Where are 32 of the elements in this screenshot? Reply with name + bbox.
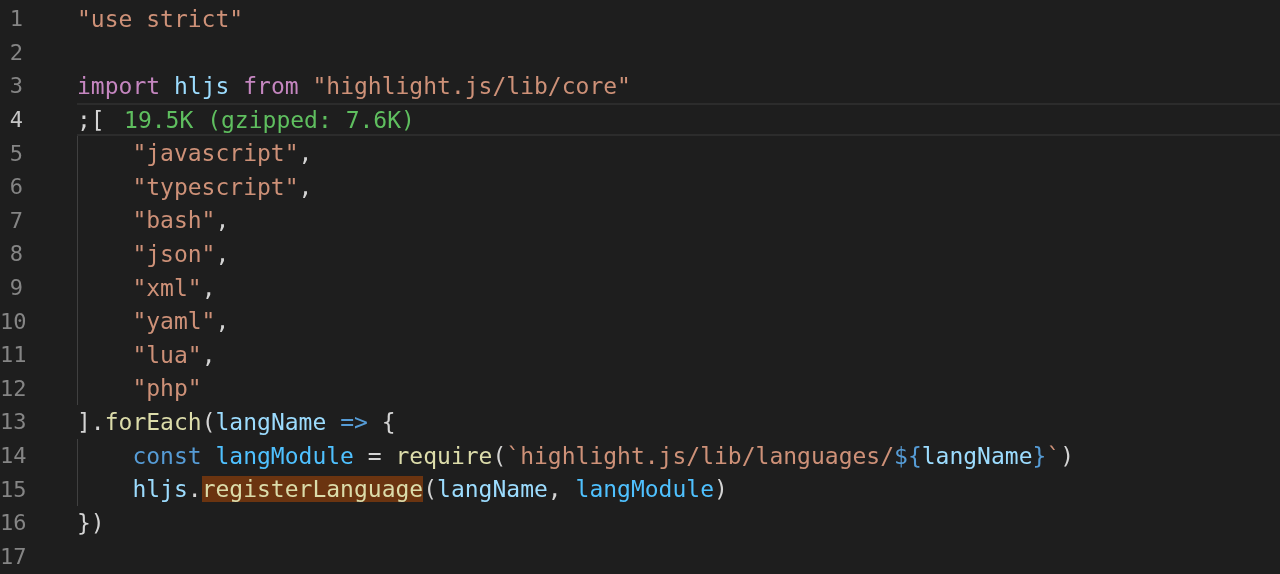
line-number: 7 xyxy=(8,207,23,233)
code-line: ;[ xyxy=(77,106,105,133)
line-number: 3 xyxy=(8,73,23,99)
code-line: const langModule = require(`highlight.js/lib/languages/${langName}`) xyxy=(132,442,1075,469)
line-number: 4 xyxy=(8,107,23,133)
line-number: 16 xyxy=(0,510,23,536)
code-line: "javascript", xyxy=(132,140,313,167)
code-line: "php" xyxy=(132,375,202,402)
code-line: import hljs from "highlight.js/lib/core" xyxy=(77,73,631,99)
line-number: 8 xyxy=(8,241,23,267)
code-line: "typescript", xyxy=(132,173,313,200)
line-number: 11 xyxy=(0,342,23,368)
line-number: 1 xyxy=(8,6,23,32)
code-line: hljs.registerLanguage(langName, langModule) xyxy=(132,476,728,503)
line-number: 15 xyxy=(0,476,23,502)
code-line: "bash", xyxy=(132,207,230,234)
line-number: 6 xyxy=(8,174,23,200)
code-line: ].forEach(langName => { xyxy=(77,408,396,435)
line-number: 9 xyxy=(8,275,23,301)
line-number: 13 xyxy=(0,409,23,435)
line-number: 5 xyxy=(8,140,23,166)
code-line: "xml", xyxy=(132,274,216,301)
code-line: "yaml", xyxy=(132,308,230,335)
code-line: "use strict" xyxy=(77,5,244,32)
line-number: 12 xyxy=(0,375,23,401)
code-line: }) xyxy=(77,509,105,536)
line-number: 17 xyxy=(0,543,23,569)
code-line: "json", xyxy=(132,240,230,267)
line-number: 10 xyxy=(0,308,23,334)
code-line: "lua", xyxy=(132,341,216,368)
import-size-annotation: 19.5K (gzipped: 7.6K) xyxy=(124,106,415,133)
line-number: 2 xyxy=(8,39,23,65)
